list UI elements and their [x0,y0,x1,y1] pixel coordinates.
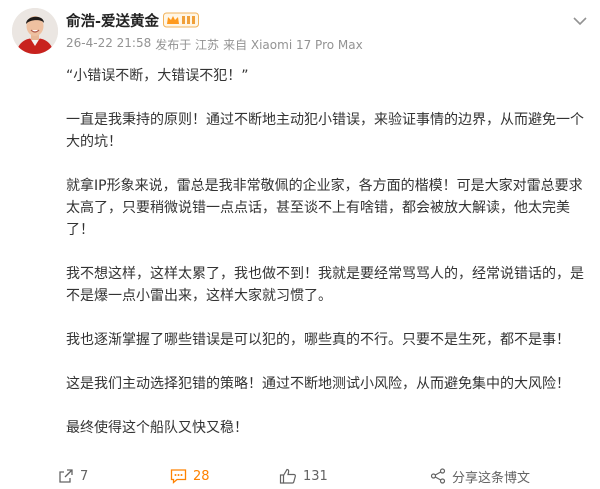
post-paragraph: 一直是我秉持的原则！通过不断地主动犯小错误，来验证事情的边界，从而避免一个大的坑… [66,112,584,150]
action-bar: 7 28 131 分享这条博文 [0,464,600,488]
post-paragraph: 这是我们主动选择犯错的策略！通过不断地测试小风险，从而避免集中的大风险！ [66,376,570,392]
post-paragraph: 我也逐渐掌握了哪些错误是可以犯的，哪些真的不行。只要不是生死，都不是事！ [66,332,570,348]
avatar-image [12,8,58,54]
post-paragraph: 最终使得这个船队又快又稳！ [66,420,248,436]
like-count: 131 [303,468,328,484]
repost-button[interactable]: 7 [58,464,88,488]
share-label: 分享这条博文 [452,470,531,486]
share-button[interactable]: 分享这条博文 [430,464,530,488]
post-content: “小错误不断，大错误不犯！” 一直是我秉持的原则！通过不断地主动犯小错误，来验证… [66,65,590,461]
avatar[interactable] [12,8,58,54]
post-location: 发布于 江苏 [155,38,220,52]
post-paragraph: 我不想这样，这样太累了，我也做不到！我就是要经常骂骂人的，经常说错话的，是不是爆… [66,266,584,304]
author-name[interactable]: 俞浩-爱送黄金 [66,10,159,31]
vip-crown-icon[interactable] [163,12,200,28]
weibo-post: 俞浩-爱送黄金 26-4-22 21:58 发布于 江苏 来自 Xiaomi 1… [0,0,600,489]
chevron-down-icon[interactable] [572,16,588,26]
post-meta: 26-4-22 21:58 发布于 江苏 来自 Xiaomi 17 Pro Ma… [66,36,367,53]
share-icon [430,468,446,484]
comment-icon [170,469,187,484]
like-button[interactable]: 131 [279,464,328,488]
post-source: 来自 Xiaomi 17 Pro Max [223,38,363,52]
comment-count: 28 [193,468,210,484]
thumbs-up-icon [279,468,296,484]
repost-count: 7 [80,468,89,484]
post-paragraph: 就拿IP形象来说，雷总是我非常敬佩的企业家，各方面的楷模！可是大家对雷总要求太高… [66,178,583,238]
post-paragraph: “小错误不断，大错误不犯！” [66,68,249,84]
author-row: 俞浩-爱送黄金 [66,9,200,31]
post-time[interactable]: 26-4-22 21:58 [66,36,151,53]
repost-icon [59,469,73,483]
comment-button[interactable]: 28 [170,464,210,488]
